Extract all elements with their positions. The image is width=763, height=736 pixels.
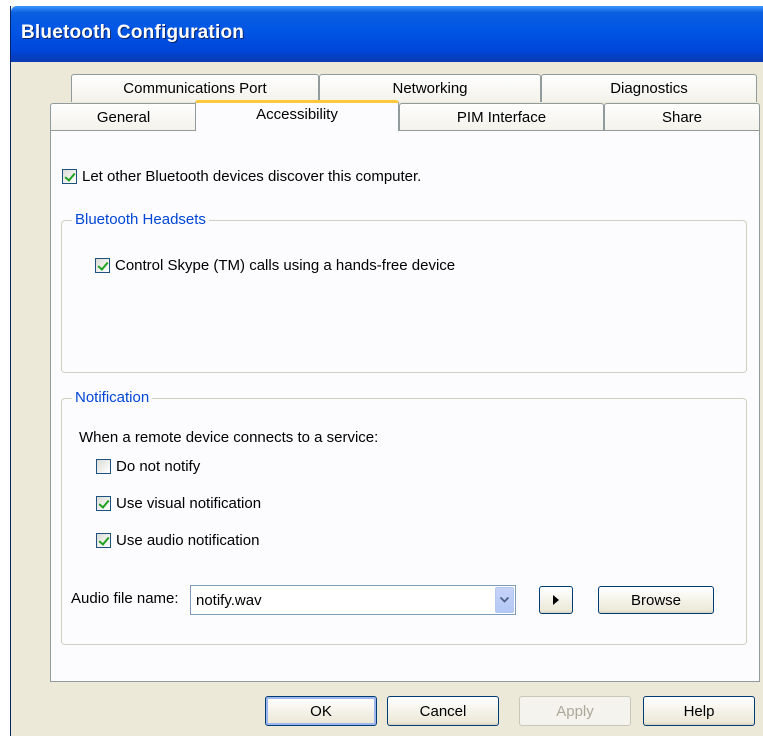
checkbox-unchecked-icon	[96, 459, 111, 474]
skype-checkbox[interactable]: Control Skype (TM) calls using a hands-f…	[95, 257, 455, 274]
checkbox-checked-icon	[95, 258, 110, 273]
tab-panel-accessibility: Let other Bluetooth devices discover thi…	[50, 130, 760, 682]
play-icon	[552, 592, 560, 609]
title-bar[interactable]: Bluetooth Configuration	[11, 6, 763, 62]
discover-checkbox[interactable]: Let other Bluetooth devices discover thi…	[62, 168, 421, 185]
notification-legend: Notification	[72, 389, 153, 406]
play-button[interactable]	[539, 586, 573, 614]
skype-label: Control Skype (TM) calls using a hands-f…	[115, 257, 456, 274]
cancel-button[interactable]: Cancel	[387, 696, 499, 726]
chevron-down-icon[interactable]	[495, 587, 514, 613]
checkbox-checked-icon	[96, 533, 111, 548]
audio-file-combobox[interactable]: notify.wav	[190, 585, 516, 615]
audio-notification-label: Use audio notification	[116, 532, 260, 549]
checkbox-checked-icon	[62, 169, 77, 184]
tab-communications-port[interactable]: Communications Port	[71, 74, 319, 102]
checkbox-checked-icon	[96, 496, 111, 511]
bluetooth-headsets-legend: Bluetooth Headsets	[72, 211, 209, 228]
bluetooth-headsets-group: Bluetooth Headsets Control Skype (TM) ca…	[61, 211, 747, 373]
apply-button[interactable]: Apply	[519, 696, 631, 726]
audio-notification-checkbox[interactable]: Use audio notification	[96, 532, 259, 549]
tab-general[interactable]: General	[50, 103, 197, 131]
do-not-notify-label: Do not notify	[116, 458, 201, 475]
tab-diagnostics[interactable]: Diagnostics	[541, 74, 757, 102]
visual-notification-label: Use visual notification	[116, 495, 262, 512]
notification-prompt: When a remote device connects to a servi…	[79, 429, 379, 446]
window-title: Bluetooth Configuration	[21, 22, 245, 43]
tab-networking[interactable]: Networking	[319, 74, 541, 102]
do-not-notify-checkbox[interactable]: Do not notify	[96, 458, 200, 475]
tab-share[interactable]: Share	[604, 103, 760, 131]
tab-accessibility[interactable]: Accessibility	[195, 100, 399, 131]
dialog-window: Bluetooth Configuration Communications P…	[10, 6, 763, 736]
browse-button[interactable]: Browse	[598, 586, 714, 614]
visual-notification-checkbox[interactable]: Use visual notification	[96, 495, 261, 512]
discover-label: Let other Bluetooth devices discover thi…	[82, 168, 422, 185]
help-button[interactable]: Help	[643, 696, 755, 726]
audio-file-value: notify.wav	[196, 592, 262, 609]
tab-pim-interface[interactable]: PIM Interface	[399, 103, 604, 131]
ok-button[interactable]: OK	[265, 696, 377, 726]
audio-file-name-label: Audio file name:	[71, 590, 179, 607]
